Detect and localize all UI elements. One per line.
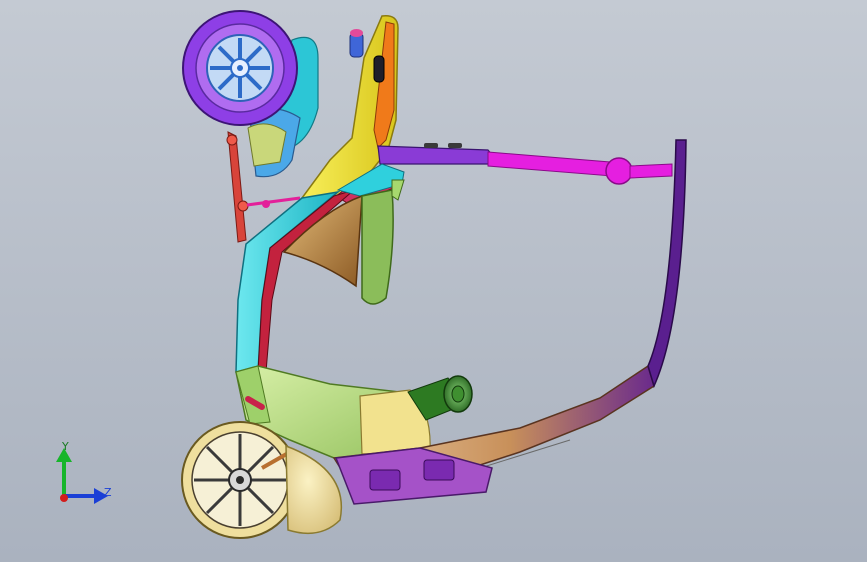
x-axis-dot <box>60 494 68 502</box>
front-wheel[interactable] <box>182 10 319 178</box>
z-axis-label: Z <box>104 486 112 499</box>
handlebar[interactable] <box>377 143 673 185</box>
scooter-3d-model[interactable] <box>0 0 867 562</box>
seat-post[interactable] <box>361 179 405 305</box>
top-cap <box>349 29 364 58</box>
axis-triad: Y Z <box>56 440 112 504</box>
rear-cover <box>285 444 342 535</box>
y-axis-label: Y <box>61 440 69 453</box>
cad-viewport[interactable]: Y Z <box>0 0 867 562</box>
rear-wheel[interactable] <box>181 421 299 539</box>
